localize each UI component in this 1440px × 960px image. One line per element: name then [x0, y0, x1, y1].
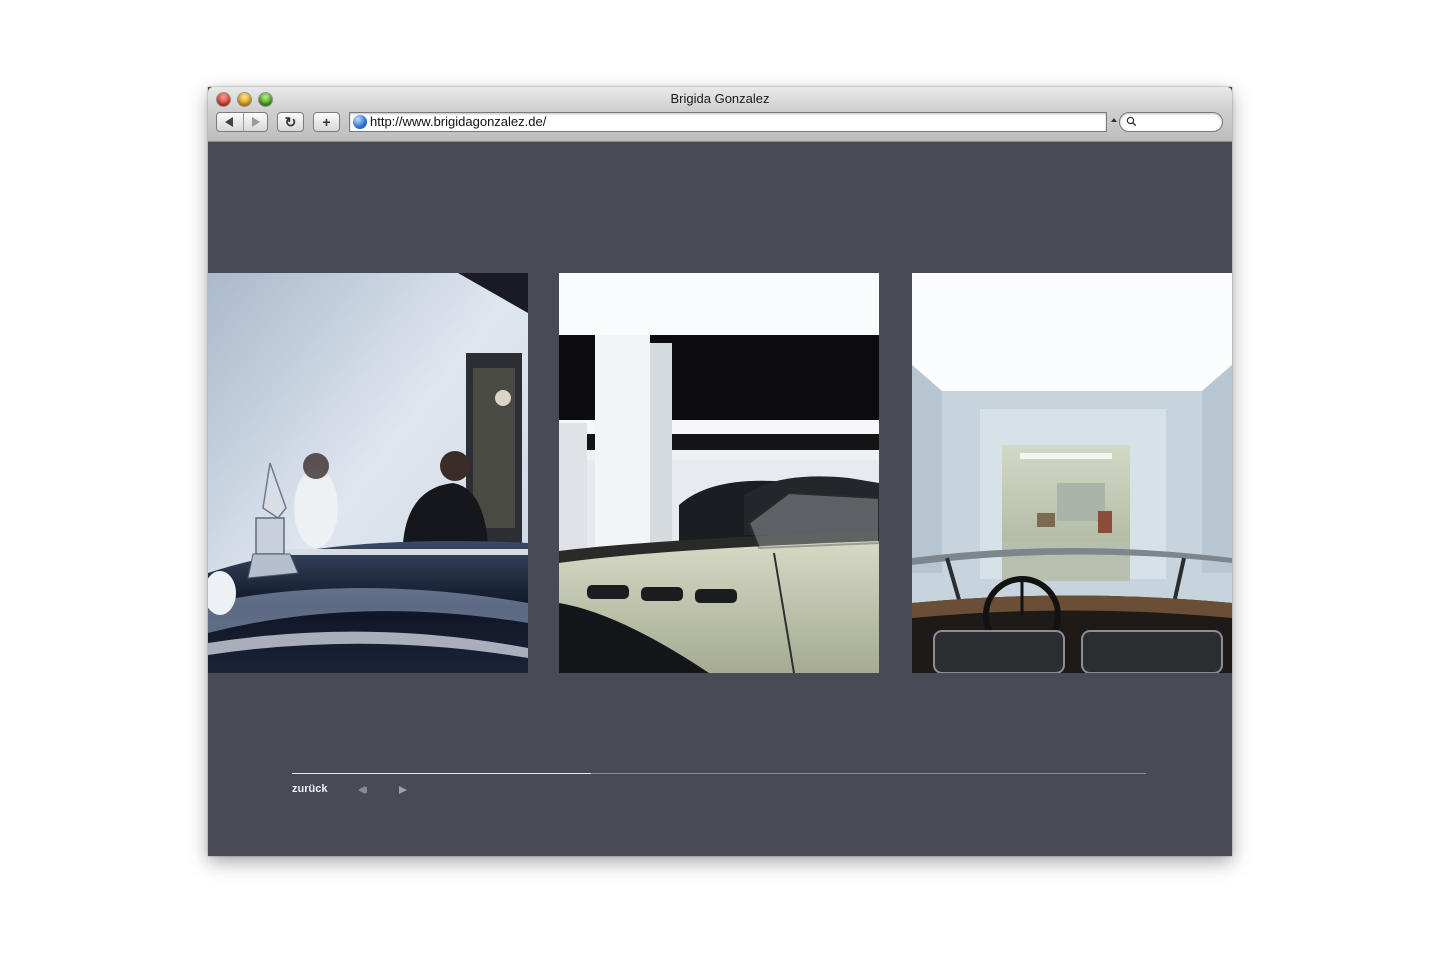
gallery-photo-2[interactable]: [559, 273, 879, 673]
dashboard-corridor-photo: [912, 273, 1232, 673]
search-icon: [1126, 116, 1137, 127]
reload-icon: ↻: [284, 114, 297, 130]
snapback-icon[interactable]: [1110, 116, 1118, 124]
back-forward-buttons: [216, 112, 268, 132]
forward-button[interactable]: [243, 113, 269, 131]
address-text: http://www.brigidagonzalez.de/: [370, 114, 547, 129]
page-content: zurück: [208, 142, 1232, 856]
plus-icon: +: [322, 114, 331, 130]
back-link[interactable]: zurück: [292, 783, 327, 795]
slideshow-progress-fill: [292, 773, 591, 774]
gallery-photo-3[interactable]: [912, 273, 1232, 673]
window-title: Brigida Gonzalez: [670, 91, 770, 106]
search-field[interactable]: [1119, 112, 1223, 132]
forward-arrow-icon: [252, 117, 260, 127]
back-arrow-icon: [225, 117, 233, 127]
browser-window: Brigida Gonzalez ↻ + http://www.brigidag…: [208, 87, 1232, 856]
address-bar[interactable]: http://www.brigidagonzalez.de/: [349, 112, 1107, 132]
next-icon[interactable]: [398, 785, 408, 795]
previous-icon[interactable]: [357, 785, 367, 795]
back-button[interactable]: [217, 113, 242, 131]
cars-in-hall-photo: [559, 273, 879, 673]
gallery-photo-1[interactable]: [208, 273, 528, 673]
reload-button[interactable]: ↻: [277, 112, 304, 132]
hood-ornament-photo: [208, 273, 528, 673]
title-bar: Brigida Gonzalez ↻ + http://www.brigidag…: [208, 87, 1232, 142]
add-bookmark-button[interactable]: +: [313, 112, 340, 132]
globe-icon: [353, 115, 367, 129]
slideshow-progress[interactable]: [292, 773, 1146, 774]
